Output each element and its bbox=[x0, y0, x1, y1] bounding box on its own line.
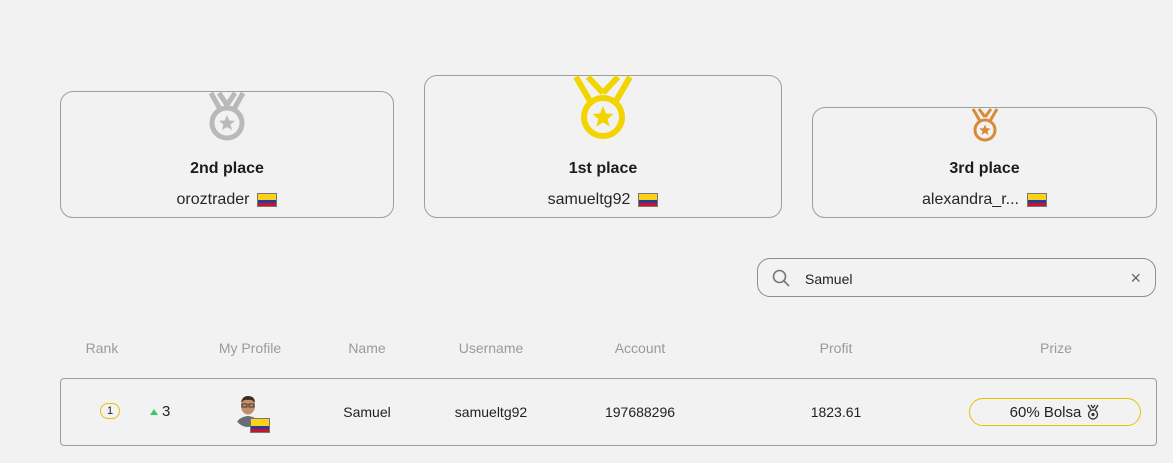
search-icon bbox=[772, 269, 790, 287]
winner-row: alexandra_r... bbox=[813, 191, 1156, 209]
arrow-up-icon bbox=[150, 408, 158, 415]
gold-medal-icon bbox=[573, 75, 633, 139]
silver-medal-icon bbox=[208, 91, 246, 141]
column-header-prize[interactable]: Prize bbox=[1040, 340, 1072, 356]
podium-card-first: 1st place samueltg92 bbox=[424, 75, 782, 218]
winner-username: oroztrader bbox=[176, 191, 250, 208]
colombia-flag-icon bbox=[638, 193, 659, 207]
podium-card-second: 2nd place oroztrader bbox=[60, 91, 394, 218]
colombia-flag-icon bbox=[1026, 193, 1047, 207]
column-header-profile[interactable]: My Profile bbox=[219, 340, 281, 356]
winner-row: oroztrader bbox=[61, 191, 393, 209]
winner-row: samueltg92 bbox=[425, 191, 781, 209]
rank-badge: 1 bbox=[100, 403, 120, 419]
rank-change: 3 bbox=[150, 403, 170, 420]
column-header-account[interactable]: Account bbox=[615, 340, 666, 356]
column-header-name[interactable]: Name bbox=[348, 340, 385, 356]
bronze-medal-icon bbox=[971, 108, 998, 142]
colombia-flag-icon bbox=[257, 193, 278, 207]
column-header-username[interactable]: Username bbox=[459, 340, 524, 356]
search-box[interactable]: × bbox=[757, 258, 1156, 297]
winner-username: samueltg92 bbox=[547, 191, 631, 208]
row-profit: 1823.61 bbox=[810, 404, 862, 420]
row-account: 197688296 bbox=[604, 404, 676, 420]
prize-badge: 60% Bolsa bbox=[969, 398, 1141, 426]
row-name: Samuel bbox=[343, 404, 391, 420]
row-username: samueltg92 bbox=[454, 404, 528, 420]
place-label: 3rd place bbox=[949, 160, 1020, 177]
column-header-rank[interactable]: Rank bbox=[86, 340, 119, 356]
medal-icon bbox=[1087, 404, 1099, 420]
colombia-flag-icon bbox=[250, 418, 270, 433]
search-input[interactable] bbox=[803, 267, 1117, 291]
podium-card-third: 3rd place alexandra_r... bbox=[812, 107, 1157, 218]
close-icon[interactable]: × bbox=[1130, 268, 1141, 288]
column-header-profit[interactable]: Profit bbox=[820, 340, 853, 356]
prize-label: 60% Bolsa bbox=[1009, 403, 1082, 421]
rank-change-value: 3 bbox=[162, 403, 171, 420]
winner-username: alexandra_r... bbox=[922, 191, 1019, 208]
place-label: 1st place bbox=[568, 160, 638, 177]
place-label: 2nd place bbox=[190, 160, 264, 177]
